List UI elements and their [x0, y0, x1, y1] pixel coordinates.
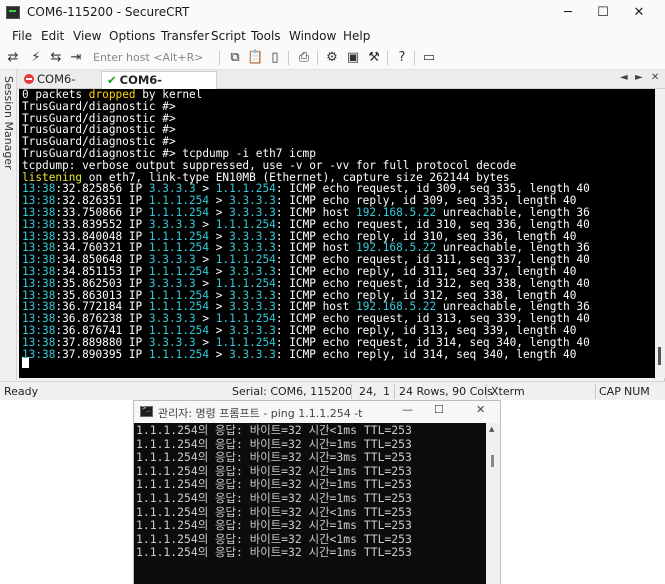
global-options-icon[interactable]: ▣: [345, 50, 361, 66]
minimize-button[interactable]: ─: [557, 3, 579, 23]
cmd-output-line: 1.1.1.254의 응답: 바이트=32 시간=1ms TTL=253: [136, 518, 412, 533]
cmd-maximize-button[interactable]: ☐: [434, 403, 444, 416]
sftp-icon[interactable]: ▭: [421, 50, 437, 66]
cmd-output-line: 1.1.1.254의 응답: 바이트=32 시간=1ms TTL=253: [136, 463, 412, 478]
tab-scroll-right-icon[interactable]: ►: [635, 72, 643, 83]
toolbar-separator: [387, 51, 388, 65]
cmd-output-line: 1.1.1.254의 응답: 바이트=32 시간=3ms TTL=253: [136, 450, 412, 465]
session-manager-label: Session Manager: [2, 76, 15, 170]
toolbar: ⇄ ⚡ ⇆ ⇥ Enter host <Alt+R> ⧉ 📋 ▯ ⎙ ⚙ ▣ ⚒…: [0, 46, 665, 70]
cmd-output-line: 1.1.1.254의 응답: 바이트=32 시간<1ms TTL=253: [136, 423, 412, 437]
menu-bar: File Edit View Options Transfer Script T…: [0, 27, 665, 46]
find-icon[interactable]: ▯: [267, 50, 283, 66]
menu-tools[interactable]: Tools: [251, 29, 281, 43]
menu-window[interactable]: Window: [289, 29, 336, 43]
window-title: COM6-115200 - SecureCRT: [27, 5, 190, 19]
cmd-output-line: 1.1.1.254의 응답: 바이트=32 시간=1ms TTL=253: [136, 545, 412, 560]
status-separator: [394, 384, 395, 399]
settings-gear-icon[interactable]: ⚙: [324, 50, 340, 66]
securecrt-window: COM6-115200 - SecureCRT ─ ☐ ✕ File Edit …: [0, 0, 665, 400]
menu-file[interactable]: File: [12, 29, 32, 43]
help-icon[interactable]: ?: [394, 50, 410, 66]
cmd-minimize-button[interactable]: —: [402, 403, 413, 416]
paste-icon[interactable]: 📋: [247, 50, 263, 66]
terminal-text-segment: : ICMP echo reply, id 314, seq 340, leng…: [275, 347, 577, 361]
menu-options[interactable]: Options: [109, 29, 155, 43]
cmd-output-line: 1.1.1.254의 응답: 바이트=32 시간<1ms TTL=253: [136, 504, 412, 519]
status-bar: Ready Serial: COM6, 115200 24, 1 24 Rows…: [0, 381, 665, 400]
status-terminal-type: Xterm: [491, 385, 525, 398]
cmd-output-line: 1.1.1.254의 응답: 바이트=32 시간=1ms TTL=253: [136, 436, 412, 451]
maximize-button[interactable]: ☐: [592, 3, 614, 23]
connected-check-icon: ✔: [107, 73, 117, 87]
menu-help[interactable]: Help: [343, 29, 370, 43]
menu-edit[interactable]: Edit: [41, 29, 64, 43]
cmd-output-line: 1.1.1.254의 응답: 바이트=32 시간=1ms TTL=253: [136, 477, 412, 492]
copy-icon[interactable]: ⧉: [227, 50, 243, 66]
terminal-text-segment: 1.1.1.254: [148, 347, 210, 361]
terminal-text-segment: 3.3.3.3: [229, 347, 276, 361]
status-separator: [351, 384, 352, 399]
cmd-close-button[interactable]: ✕: [476, 403, 485, 416]
securecrt-app-icon: [6, 6, 20, 19]
toolbar-separator: [219, 51, 220, 65]
cmd-output-line: 1.1.1.254의 응답: 바이트=32 시간<1ms TTL=253: [136, 531, 412, 546]
reconnect-icon[interactable]: ⇆: [48, 50, 64, 66]
terminal-text-segment: >: [209, 347, 230, 361]
scroll-up-icon[interactable]: ▲: [489, 425, 494, 433]
terminal-output[interactable]: 0 packets dropped by kernel TrusGuard/dia…: [19, 89, 655, 378]
close-button[interactable]: ✕: [628, 3, 650, 23]
toolbar-separator: [288, 51, 289, 65]
status-row: 24,: [359, 385, 377, 398]
tab-close-all-icon[interactable]: ✕: [651, 72, 659, 83]
quick-connect-icon[interactable]: ⚡: [28, 50, 44, 66]
toolbar-separator: [414, 51, 415, 65]
session-manager-panel[interactable]: Session Manager: [0, 70, 17, 380]
terminal-text-segment: 13:38: [22, 347, 56, 361]
menu-view[interactable]: View: [73, 29, 101, 43]
status-separator: [595, 384, 596, 399]
status-size: 24 Rows, 90 Cols: [399, 385, 493, 398]
cmd-scrollbar-thumb[interactable]: [491, 455, 494, 467]
keymap-icon[interactable]: ⚒: [366, 50, 382, 66]
terminal-line: 13:38:37.890395 IP 1.1.1.254 > 3.3.3.3: …: [22, 347, 577, 361]
toolbar-separator: [317, 51, 318, 65]
terminal-scrollbar[interactable]: [655, 89, 665, 378]
cmd-console-output[interactable]: 1.1.1.254의 응답: 바이트=32 시간<1ms TTL=253 1.1.…: [134, 423, 486, 584]
connect-icon[interactable]: ⇄: [5, 50, 21, 66]
disconnect-icon[interactable]: ⇥: [68, 50, 84, 66]
disconnected-icon: [24, 74, 34, 84]
status-col: 1: [383, 385, 390, 398]
cmd-scrollbar[interactable]: ▲: [486, 423, 500, 584]
tab-scroll-left-icon[interactable]: ◄: [620, 72, 628, 83]
menu-script[interactable]: Script: [211, 29, 246, 43]
status-serial: Serial: COM6, 115200: [232, 385, 353, 398]
cmd-title-bar[interactable]: 관리자: 명령 프롬프트 - ping 1.1.1.254 -t — ☐ ✕: [134, 401, 500, 423]
tab-com6-9600[interactable]: COM6-9600: [19, 71, 101, 103]
tab-com6-115200[interactable]: ✔COM6-115200✕: [101, 71, 217, 104]
terminal-text-segment: :37.890395 IP: [55, 347, 149, 361]
title-bar[interactable]: COM6-115200 - SecureCRT ─ ☐ ✕: [0, 0, 665, 27]
menu-transfer[interactable]: Transfer: [161, 29, 209, 43]
host-input[interactable]: Enter host <Alt+R>: [93, 49, 213, 67]
session-tab-bar: COM6-9600 ✔COM6-115200✕ ◄ ► ✕: [17, 70, 665, 104]
cmd-window-title: 관리자: 명령 프롬프트 - ping 1.1.1.254 -t: [158, 407, 363, 420]
status-num: NUM: [624, 385, 650, 398]
status-separator: [486, 384, 487, 399]
scrollbar-thumb[interactable]: [658, 347, 661, 365]
status-caps: CAP: [599, 385, 621, 398]
cmd-app-icon: [140, 404, 153, 417]
command-prompt-window: 관리자: 명령 프롬프트 - ping 1.1.1.254 -t — ☐ ✕ 1…: [133, 400, 501, 584]
status-ready: Ready: [4, 385, 39, 398]
cmd-output-line: 1.1.1.254의 응답: 바이트=32 시간=1ms TTL=253: [136, 491, 412, 505]
print-icon[interactable]: ⎙: [296, 50, 312, 66]
